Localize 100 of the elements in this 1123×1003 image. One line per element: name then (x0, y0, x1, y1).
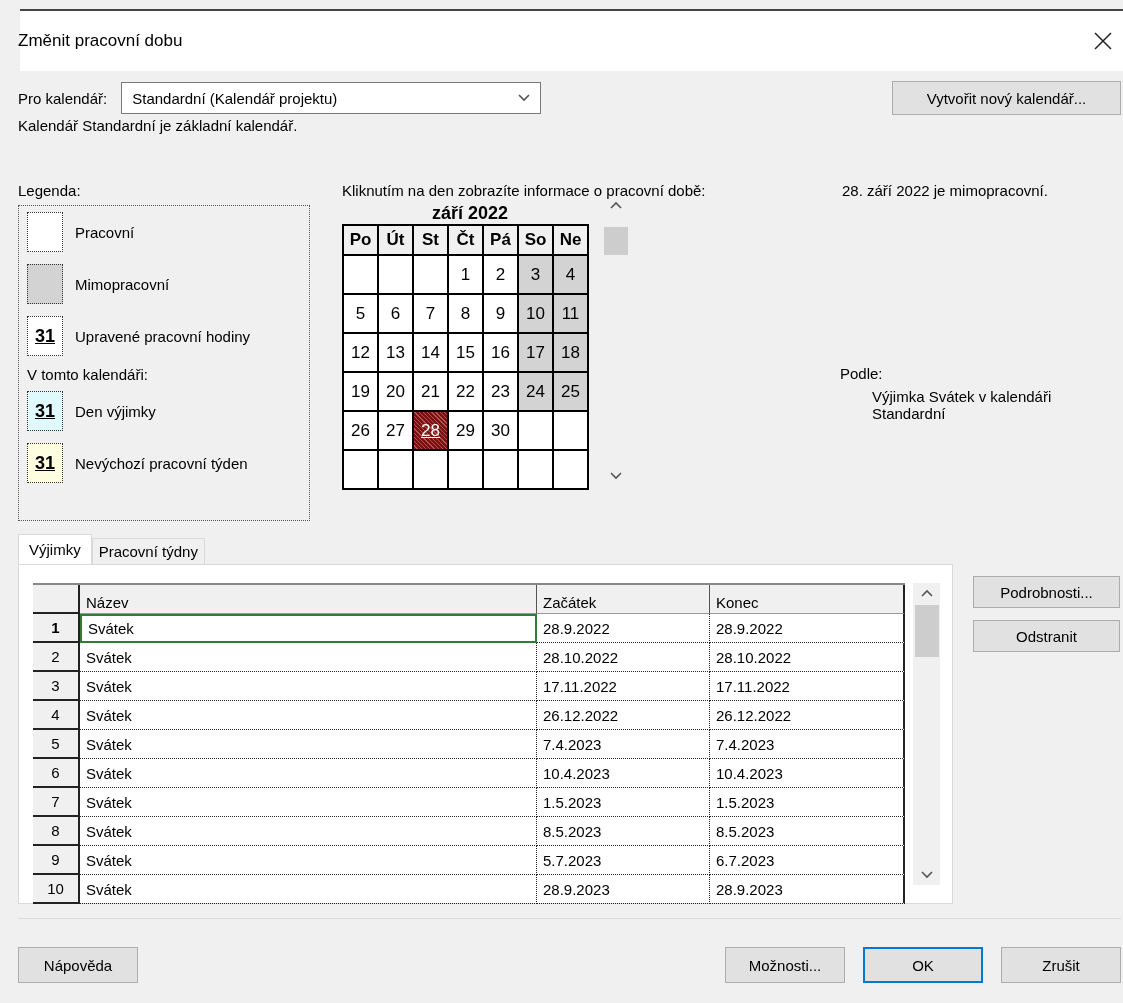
row-number[interactable]: 6 (33, 759, 80, 788)
legend-label: Nevýchozí pracovní týden (75, 454, 248, 472)
calendar-day[interactable] (413, 255, 448, 294)
table-cell: 28.10.2022 (710, 643, 905, 672)
table-cell: 5.7.2023 (537, 846, 710, 875)
weekday-header: Pá (483, 225, 518, 255)
calendar-day[interactable]: 15 (448, 333, 483, 372)
column-header[interactable]: Začátek (537, 585, 710, 614)
calendar-day[interactable]: 7 (413, 294, 448, 333)
table-cell: 1.5.2023 (710, 788, 905, 817)
table-cell: 28.10.2022 (537, 643, 710, 672)
calendar-dropdown[interactable]: Standardní (Kalendář projektu) (121, 82, 542, 114)
scroll-up-icon[interactable] (610, 201, 622, 209)
legend-label: Mimopracovní (75, 275, 170, 293)
scroll-up-icon[interactable] (920, 589, 933, 597)
scroll-down-icon[interactable] (610, 472, 622, 480)
scroll-thumb[interactable] (914, 605, 939, 657)
table-cell: 28.9.2022 (537, 614, 710, 643)
calendar-day[interactable] (378, 450, 413, 489)
table-cell: 7.4.2023 (537, 730, 710, 759)
row-number[interactable]: 10 (33, 875, 80, 904)
base-calendar-note: Kalendář Standardní je základní kalendář. (18, 117, 299, 134)
day-status: 28. září 2022 je mimopracovní. (842, 182, 1049, 199)
side-button[interactable]: Odstranit (973, 620, 1120, 652)
legend-title: Legenda: (18, 182, 81, 199)
calendar-day[interactable]: 5 (343, 294, 378, 333)
dialog-button[interactable]: Možnosti... (725, 947, 845, 983)
close-icon[interactable] (1094, 32, 1112, 50)
column-header[interactable]: Konec (710, 585, 905, 614)
table-cell: 26.12.2022 (537, 701, 710, 730)
table-cell: 28.9.2023 (537, 875, 710, 904)
dialog-button[interactable]: Zrušit (1001, 947, 1121, 983)
legend-swatch: 31 (27, 443, 63, 483)
calendar-day[interactable]: 8 (448, 294, 483, 333)
calendar-day[interactable]: 12 (343, 333, 378, 372)
calendar-day[interactable]: 22 (448, 372, 483, 411)
calendar-day[interactable]: 26 (343, 411, 378, 450)
column-header[interactable]: Název (80, 585, 537, 614)
scroll-thumb[interactable] (604, 226, 628, 255)
calendar-day[interactable] (483, 450, 518, 489)
weekday-header: Ne (553, 225, 588, 255)
row-number[interactable]: 5 (33, 730, 80, 759)
calendar-day[interactable] (343, 255, 378, 294)
calendar-day[interactable]: 29 (448, 411, 483, 450)
table-cell: 1.5.2023 (537, 788, 710, 817)
table-cell: 6.7.2023 (710, 846, 905, 875)
calendar-day[interactable]: 20 (378, 372, 413, 411)
legend-label: Den výjimky (75, 402, 156, 420)
calendar-day[interactable]: 30 (483, 411, 518, 450)
row-number[interactable]: 2 (33, 643, 80, 672)
table-cell: Svátek (80, 759, 537, 788)
calendar-day[interactable]: 1 (448, 255, 483, 294)
row-number[interactable]: 4 (33, 701, 80, 730)
corner-header (33, 585, 80, 614)
table-cell: 17.11.2022 (537, 672, 710, 701)
calendar-day[interactable] (518, 450, 553, 489)
calendar-day[interactable] (553, 450, 588, 489)
table-cell: 26.12.2022 (710, 701, 905, 730)
tab[interactable]: Pracovní týdny (91, 538, 205, 564)
new-calendar-button[interactable]: Vytvořit nový kalendář... (892, 81, 1121, 115)
tab[interactable]: Výjimky (18, 534, 92, 564)
table-cell: Svátek (80, 817, 537, 846)
row-number[interactable]: 3 (33, 672, 80, 701)
dropdown-chevron-icon[interactable] (518, 94, 531, 102)
legend-swatch: 31 (27, 316, 63, 356)
table-cell: Svátek (80, 875, 537, 904)
scroll-down-icon[interactable] (920, 871, 933, 879)
basis-label: Podle: (840, 365, 884, 382)
calendar-day[interactable] (413, 450, 448, 489)
calendar-day[interactable] (448, 450, 483, 489)
table-cell: Svátek (80, 788, 537, 817)
calendar-label: Pro kalendář: (18, 89, 108, 107)
calendar-day[interactable] (343, 450, 378, 489)
table-cell: 10.4.2023 (537, 759, 710, 788)
table-cell: 7.4.2023 (710, 730, 905, 759)
row-number[interactable]: 9 (33, 846, 80, 875)
calendar-day[interactable]: 14 (413, 333, 448, 372)
calendar-day[interactable] (553, 411, 588, 450)
dialog-button[interactable]: OK (863, 947, 983, 983)
weekday-header: Po (343, 225, 378, 255)
weekday-header: So (518, 225, 553, 255)
help-button[interactable]: Nápověda (18, 947, 138, 983)
basis-text: Výjimka Svátek v kalendáři Standardní (872, 388, 1053, 422)
side-button[interactable]: Podrobnosti... (973, 576, 1120, 608)
calendar-day[interactable]: 6 (378, 294, 413, 333)
table-cell: Svátek (80, 643, 537, 672)
row-number[interactable]: 1 (33, 614, 80, 643)
calendar-day[interactable]: 19 (343, 372, 378, 411)
row-number[interactable]: 8 (33, 817, 80, 846)
calendar-day[interactable] (378, 255, 413, 294)
table-cell: Svátek (80, 614, 537, 643)
row-number[interactable]: 7 (33, 788, 80, 817)
calendar-day[interactable]: 13 (378, 333, 413, 372)
legend-label: Upravené pracovní hodiny (75, 327, 251, 345)
table-cell: 8.5.2023 (710, 817, 905, 846)
table-cell: 28.9.2023 (710, 875, 905, 904)
calendar-day[interactable] (518, 411, 553, 450)
month-title: září 2022 (430, 203, 510, 224)
table-cell: Svátek (80, 730, 537, 759)
weekday-header: Čt (448, 225, 483, 255)
